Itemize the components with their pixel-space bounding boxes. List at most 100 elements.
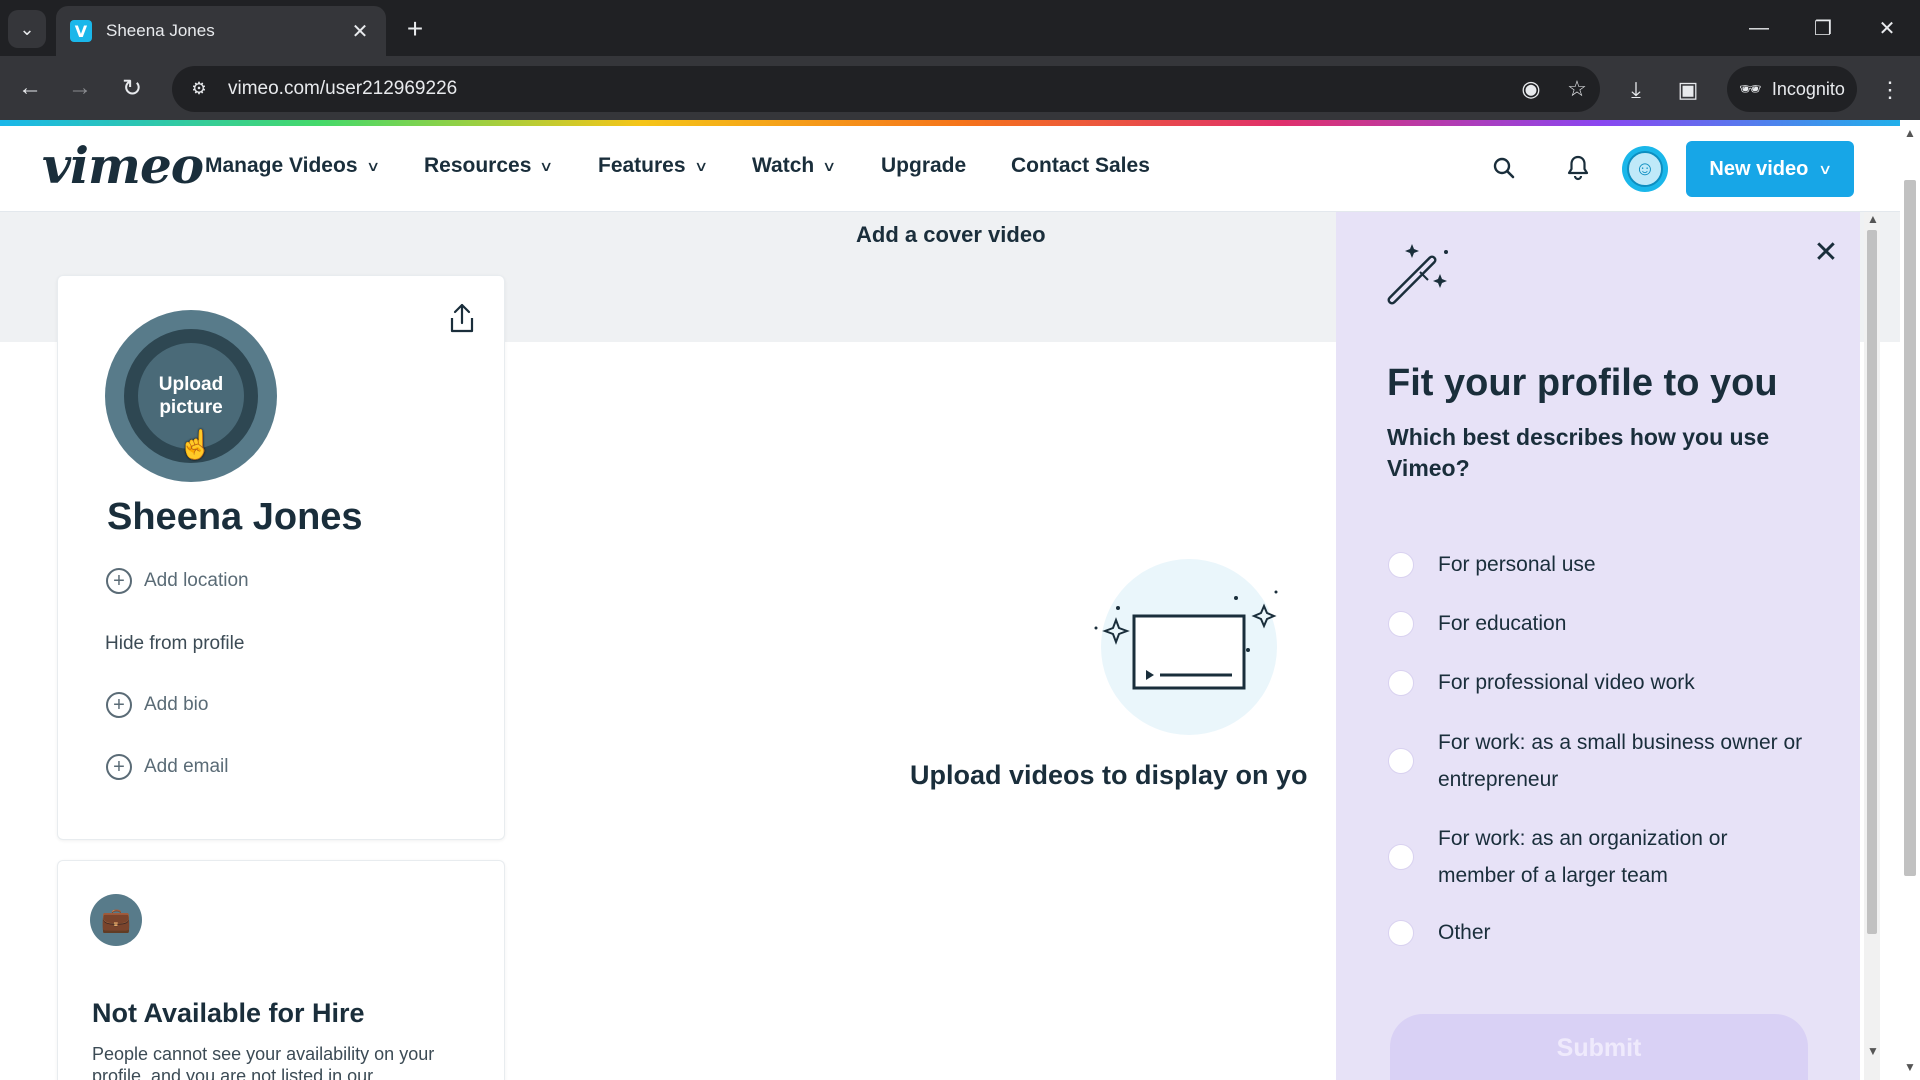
- upload-picture-label: Upload picture: [158, 374, 224, 418]
- search-icon[interactable]: [1484, 148, 1524, 188]
- close-icon[interactable]: ✕: [1808, 234, 1844, 270]
- forward-button[interactable]: →: [60, 68, 100, 108]
- option-label: Other: [1438, 921, 1491, 944]
- add-bio-label: Add bio: [144, 694, 209, 715]
- scroll-down-arrow-icon[interactable]: ▼: [1867, 1044, 1879, 1058]
- submit-button[interactable]: Submit: [1390, 1014, 1808, 1080]
- nav-features[interactable]: Features ∨: [598, 154, 708, 178]
- add-email-label: Add email: [144, 756, 229, 777]
- radio-button[interactable]: [1388, 919, 1414, 946]
- chevron-down-icon: ∨: [539, 157, 554, 174]
- browser-tab-bar: ⌄ V Sheena Jones ✕ + — ❐ ✕: [0, 0, 1920, 56]
- magic-wand-icon: [1387, 244, 1448, 305]
- incognito-badge[interactable]: 🕶 Incognito: [1727, 66, 1857, 112]
- option-professional-video[interactable]: For professional video work: [1388, 664, 1808, 701]
- more-menu-icon[interactable]: ⋮: [1870, 70, 1910, 110]
- radio-button[interactable]: [1388, 551, 1414, 578]
- panel-title: Fit your profile to you: [1387, 362, 1778, 404]
- url-text[interactable]: vimeo.com/user212969226: [228, 78, 1508, 100]
- panel-question: Which best describes how you use Vimeo?: [1387, 424, 1770, 481]
- hire-status-description: People cannot see your availability on y…: [92, 1044, 435, 1080]
- back-button[interactable]: ←: [10, 68, 50, 108]
- option-other[interactable]: Other: [1388, 914, 1808, 951]
- new-video-label: New video: [1709, 157, 1809, 180]
- nav-label: Features: [598, 154, 686, 177]
- option-organization[interactable]: For work: as an organization or member o…: [1388, 820, 1808, 894]
- site-header: vimeo Manage Videos ∨ Resources ∨ Featur…: [0, 126, 1920, 212]
- option-label: For professional video work: [1438, 671, 1695, 694]
- briefcase-icon: 💼: [90, 894, 142, 946]
- radio-button[interactable]: [1388, 610, 1414, 637]
- nav-label: Upgrade: [881, 154, 967, 177]
- nav-contact-sales[interactable]: Contact Sales: [1011, 154, 1150, 178]
- close-window-button[interactable]: ✕: [1864, 10, 1910, 46]
- incognito-label: Incognito: [1771, 78, 1845, 99]
- tab-search-button[interactable]: ⌄: [8, 10, 46, 48]
- plus-circle-icon: +: [106, 568, 132, 594]
- plus-circle-icon: +: [106, 754, 132, 780]
- option-education[interactable]: For education: [1388, 605, 1808, 642]
- minimize-button[interactable]: —: [1736, 10, 1782, 46]
- empty-videos-message: Upload videos to display on yo: [910, 760, 1308, 790]
- option-small-business[interactable]: For work: as a small business owner or e…: [1388, 724, 1808, 798]
- option-label: For education: [1438, 612, 1567, 635]
- download-icon[interactable]: ⤓: [1616, 70, 1656, 110]
- nav-label: Watch: [752, 154, 815, 177]
- option-label: For work: as an organization or member o…: [1438, 827, 1728, 887]
- new-video-button[interactable]: New video ∨: [1686, 141, 1854, 197]
- browser-tab[interactable]: V Sheena Jones ✕: [56, 6, 386, 56]
- nav-label: Contact Sales: [1011, 154, 1150, 177]
- chevron-down-icon: ∨: [365, 157, 380, 174]
- chevron-down-icon: ∨: [693, 157, 708, 174]
- nav-label: Resources: [424, 154, 532, 177]
- browser-toolbar: ← → ↻ ⚙ vimeo.com/user212969226 ◉ ☆ ⤓ ▣ …: [0, 56, 1920, 120]
- share-icon[interactable]: [440, 298, 484, 338]
- radio-button[interactable]: [1388, 844, 1414, 870]
- vimeo-favicon-icon: V: [70, 20, 92, 42]
- hide-from-profile-link[interactable]: Hide from profile: [105, 633, 244, 655]
- option-label: For work: as a small business owner or e…: [1438, 731, 1803, 791]
- site-info-icon[interactable]: ⚙: [178, 68, 220, 110]
- option-personal-use[interactable]: For personal use: [1388, 546, 1808, 583]
- close-tab-icon[interactable]: ✕: [348, 19, 372, 44]
- plus-circle-icon: +: [106, 692, 132, 718]
- user-avatar[interactable]: ☺: [1622, 146, 1668, 192]
- add-bio-button[interactable]: + Add bio: [106, 692, 208, 718]
- vimeo-logo[interactable]: vimeo: [42, 136, 204, 195]
- eye-off-icon[interactable]: ◉: [1508, 69, 1554, 109]
- reload-button[interactable]: ↻: [112, 68, 152, 108]
- add-location-button[interactable]: + Add location: [106, 568, 249, 594]
- nav-resources[interactable]: Resources ∨: [424, 154, 554, 178]
- restore-button[interactable]: ❐: [1800, 10, 1846, 46]
- side-panel-icon[interactable]: ▣: [1668, 70, 1708, 110]
- add-email-button[interactable]: + Add email: [106, 754, 229, 780]
- radio-button[interactable]: [1388, 669, 1414, 696]
- smile-icon: ☺: [1627, 151, 1663, 187]
- nav-upgrade[interactable]: Upgrade: [881, 154, 966, 178]
- scroll-up-arrow-icon[interactable]: ▲: [1867, 212, 1879, 226]
- new-tab-button[interactable]: +: [398, 12, 432, 46]
- profile-name[interactable]: Sheena Jones: [107, 496, 363, 539]
- video-placeholder-icon: [1094, 559, 1278, 735]
- incognito-icon: 🕶: [1739, 78, 1762, 99]
- page-scrollbar-thumb[interactable]: [1904, 180, 1916, 876]
- nav-watch[interactable]: Watch ∨: [752, 154, 837, 178]
- nav-manage-videos[interactable]: Manage Videos ∨: [205, 154, 380, 178]
- option-label: For personal use: [1438, 553, 1596, 576]
- hire-status-title: Not Available for Hire: [92, 998, 365, 1028]
- chevron-down-icon: ∨: [822, 157, 837, 174]
- hand-cursor-icon: ☝: [178, 429, 213, 460]
- chevron-down-icon: ∨: [1818, 160, 1833, 177]
- chevron-down-icon: ⌄: [19, 18, 35, 39]
- add-location-label: Add location: [144, 570, 249, 591]
- address-bar[interactable]: ⚙ vimeo.com/user212969226 ◉ ☆: [172, 66, 1600, 112]
- tab-title: Sheena Jones: [106, 21, 215, 40]
- add-cover-video-button[interactable]: Add a cover video: [856, 222, 1046, 248]
- page-scroll-down-arrow-icon[interactable]: ▼: [1904, 1060, 1916, 1074]
- nav-label: Manage Videos: [205, 154, 358, 177]
- radio-button[interactable]: [1388, 748, 1414, 774]
- star-icon[interactable]: ☆: [1554, 69, 1600, 109]
- bell-icon[interactable]: [1558, 148, 1598, 188]
- page-scroll-up-arrow-icon[interactable]: ▲: [1904, 126, 1916, 140]
- panel-scrollbar-thumb[interactable]: [1867, 230, 1877, 934]
